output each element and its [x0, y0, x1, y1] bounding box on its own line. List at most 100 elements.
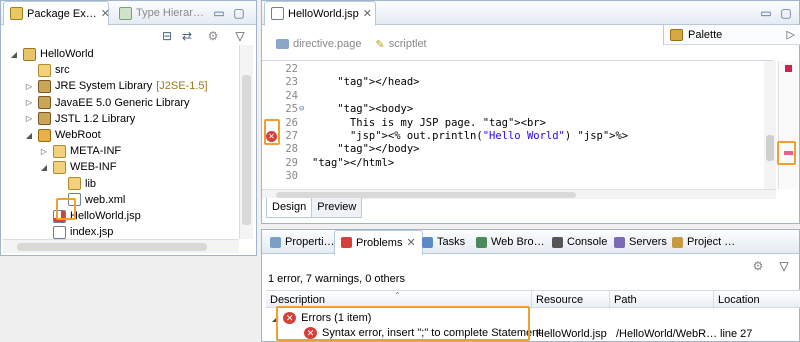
- tree-item[interactable]: ▷ JavaEE 5.0 Generic Library: [24, 95, 190, 111]
- code-line[interactable]: 30: [262, 170, 762, 183]
- chevron-down-icon[interactable]: ▽: [776, 258, 792, 274]
- project-icon: [672, 236, 683, 248]
- tree-item-label: WebRoot: [55, 129, 101, 141]
- palette-label: Palette: [688, 28, 723, 41]
- folder-icon: [68, 177, 81, 191]
- close-icon[interactable]: ✕: [406, 236, 415, 249]
- scrollbar-thumb[interactable]: [17, 243, 207, 251]
- jsp-toolbar: directive.page ✎ scriptlet: [276, 35, 656, 53]
- expand-arrow-icon[interactable]: ▷: [39, 147, 49, 156]
- tab-servers[interactable]: Servers: [608, 230, 673, 254]
- minimize-icon[interactable]: ▭: [211, 5, 227, 21]
- tree-item[interactable]: ▷ META-INF: [39, 143, 121, 159]
- tab-label: Servers: [629, 236, 667, 248]
- minimize-icon[interactable]: ▭: [758, 5, 774, 21]
- web-folder-icon: [38, 128, 51, 142]
- link-with-editor-icon[interactable]: ⇄: [179, 28, 195, 44]
- tab-design[interactable]: Design: [266, 198, 313, 218]
- close-icon[interactable]: ✕: [101, 7, 110, 20]
- location-cell: line 27: [720, 328, 753, 340]
- tree-item[interactable]: index.jsp: [39, 224, 113, 240]
- vertical-scrollbar[interactable]: [239, 45, 253, 239]
- code-line[interactable]: ✕ 27 "jsp"><% out.println("Hello World") …: [262, 130, 762, 143]
- maximize-icon[interactable]: ▢: [231, 5, 247, 21]
- tree-item[interactable]: ▷ JRE System Library [J2SE-1.5]: [24, 78, 208, 94]
- line-number: 24: [285, 89, 298, 102]
- tab-problems[interactable]: Problems ✕: [334, 230, 423, 255]
- code-line[interactable]: 24: [262, 90, 762, 103]
- expand-arrow-icon[interactable]: ◢: [9, 50, 19, 59]
- tab-preview[interactable]: Preview: [312, 198, 363, 218]
- fold-toggle-icon[interactable]: ⊖: [299, 103, 304, 116]
- scrollbar-thumb[interactable]: [242, 75, 251, 225]
- maximize-icon[interactable]: ▢: [778, 5, 794, 21]
- code-text: "tag"></head>: [337, 76, 420, 89]
- tab-helloworld-jsp[interactable]: HelloWorld.jsp ✕: [264, 1, 376, 26]
- code-text: "tag"></html>: [312, 156, 395, 169]
- library-icon: [38, 96, 51, 110]
- error-marker[interactable]: [785, 65, 792, 72]
- expand-arrow-icon[interactable]: ◢: [39, 163, 49, 172]
- tree-item[interactable]: src: [24, 62, 70, 78]
- vertical-scrollbar[interactable]: [764, 61, 776, 189]
- tree-item[interactable]: ◢ HelloWorld: [9, 46, 94, 62]
- tree-item-label: src: [55, 64, 70, 77]
- line-number: 28: [285, 143, 298, 156]
- jsp-file-icon: [271, 7, 284, 20]
- code-line[interactable]: 26 This is my JSP page. "tag"><br>: [262, 117, 762, 130]
- expand-arrow-icon[interactable]: ▷: [24, 98, 34, 107]
- expand-arrow-icon[interactable]: ▷: [24, 82, 34, 91]
- tab-properties[interactable]: Properti…: [264, 230, 341, 254]
- expand-arrow-icon[interactable]: ◢: [24, 131, 34, 140]
- code-line[interactable]: 25 ⊖ "tag"><body>: [262, 103, 762, 116]
- source-area[interactable]: 22 23 "tag"></head> 24 25 ⊖ "tag"><body> 26 T…: [262, 60, 774, 188]
- tab-tasks[interactable]: Tasks: [416, 230, 471, 254]
- expand-arrow-icon[interactable]: ▷: [24, 114, 34, 123]
- toolbar-label: scriptlet: [388, 38, 427, 50]
- column-label: Resource: [536, 294, 584, 306]
- tree-item[interactable]: ◢ WEB-INF: [39, 159, 116, 175]
- folder-icon: [53, 160, 66, 174]
- tree-item-label: HelloWorld: [40, 48, 94, 60]
- chevron-down-icon[interactable]: ▽: [232, 28, 248, 44]
- tab-package-explorer[interactable]: Package Ex… ✕: [3, 1, 110, 26]
- column-location[interactable]: Location: [714, 291, 800, 309]
- view-menu-icon[interactable]: ⚙: [750, 258, 766, 274]
- column-resource[interactable]: Resource: [532, 291, 610, 309]
- tree-item[interactable]: lib: [54, 176, 96, 192]
- tree-item[interactable]: HelloWorld.jsp: [39, 208, 141, 224]
- highlight-box: [264, 119, 280, 145]
- scrollbar-thumb[interactable]: [766, 135, 774, 161]
- tree-item-label: JSTL 1.2 Library: [55, 112, 136, 125]
- close-icon[interactable]: ✕: [363, 7, 372, 20]
- tab-web-browser[interactable]: Web Bro…: [470, 230, 551, 254]
- source-folder-icon: [38, 63, 51, 77]
- tree-item[interactable]: ◢ WebRoot: [24, 127, 101, 143]
- tree-item-label: JavaEE 5.0 Generic Library: [55, 96, 190, 109]
- code-line[interactable]: 28 "tag"></body>: [262, 143, 762, 156]
- view-menu-icon[interactable]: ⚙: [205, 28, 221, 44]
- tree-item-label: HelloWorld.jsp: [70, 210, 141, 222]
- code-text: This is my JSP page. "tag"><br>: [312, 116, 546, 129]
- tab-type-hierarchy[interactable]: Type Hierar…: [113, 1, 210, 25]
- editor-tabbar: HelloWorld.jsp ✕ ▭ ▢: [262, 1, 799, 26]
- tab-project[interactable]: Project …: [666, 230, 741, 254]
- tab-label: Problems: [356, 236, 403, 249]
- tasks-icon: [422, 236, 433, 248]
- horizontal-scrollbar[interactable]: [3, 239, 239, 253]
- scriptlet-button[interactable]: ✎ scriptlet: [376, 38, 427, 51]
- sort-up-icon: ⌃: [394, 291, 401, 300]
- tree-item[interactable]: ▷ JSTL 1.2 Library: [24, 111, 135, 127]
- directive-page-button[interactable]: directive.page: [276, 38, 362, 50]
- code-text: "tag"></body>: [337, 143, 420, 156]
- column-path[interactable]: Path: [610, 291, 714, 309]
- tab-label: HelloWorld.jsp: [288, 7, 359, 20]
- tab-console[interactable]: Console: [546, 230, 613, 254]
- code-line[interactable]: 29 "tag"></html>: [262, 157, 762, 170]
- chevron-right-icon[interactable]: ▷: [787, 28, 795, 41]
- collapse-all-icon[interactable]: ⊟: [159, 28, 175, 44]
- code-line[interactable]: 23 "tag"></head>: [262, 76, 762, 89]
- path-cell: /HelloWorld/WebR…: [616, 328, 718, 340]
- palette-panel[interactable]: Palette ▷: [663, 25, 800, 45]
- code-line[interactable]: 22: [262, 63, 762, 76]
